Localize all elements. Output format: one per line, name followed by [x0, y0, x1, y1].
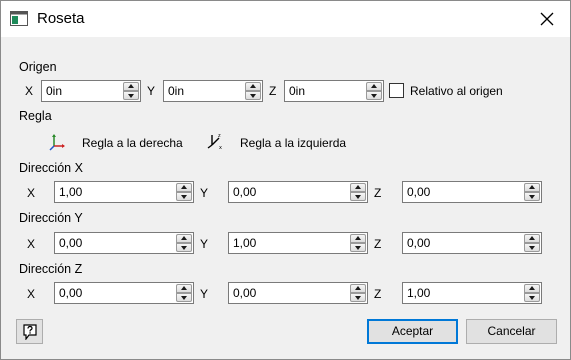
dir-z-x-input[interactable] — [55, 283, 177, 303]
dir-y-z-input[interactable] — [403, 233, 525, 253]
dir-x-y-input[interactable] — [229, 182, 351, 202]
origin-y-stepper[interactable] — [163, 80, 263, 102]
svg-text:x: x — [219, 145, 222, 150]
dir-y-y-stepper[interactable] — [228, 232, 368, 254]
accept-button[interactable]: Aceptar — [367, 319, 458, 344]
help-icon — [23, 324, 37, 340]
dir-y-z-label: Z — [374, 237, 382, 251]
close-button[interactable] — [524, 1, 570, 37]
dir-z-x-spin-buttons[interactable] — [176, 284, 192, 302]
dir-y-x-spin-buttons[interactable] — [176, 234, 192, 252]
spin-up-button[interactable] — [245, 82, 261, 91]
spin-up-button[interactable] — [524, 183, 540, 192]
dir-y-x-stepper[interactable] — [54, 232, 194, 254]
dir-y-z-spin-buttons[interactable] — [524, 234, 540, 252]
spin-down-button[interactable] — [524, 192, 540, 201]
spin-up-button[interactable] — [176, 284, 192, 293]
cancel-button[interactable]: Cancelar — [466, 319, 557, 344]
spin-up-button[interactable] — [524, 284, 540, 293]
spin-up-button[interactable] — [350, 234, 366, 243]
dir-x-x-spin-buttons[interactable] — [176, 183, 192, 201]
help-button[interactable] — [16, 319, 43, 344]
relative-origin-checkbox[interactable] — [389, 83, 404, 98]
dir-y-x-input[interactable] — [55, 233, 177, 253]
dir-z-x-label: X — [27, 287, 36, 301]
dir-z-z-label: Z — [374, 287, 382, 301]
dir-x-y-stepper[interactable] — [228, 181, 368, 203]
spin-down-button[interactable] — [176, 243, 192, 252]
dir-z-z-spin-buttons[interactable] — [524, 284, 540, 302]
origin-y-input[interactable] — [164, 81, 246, 101]
spin-down-button[interactable] — [366, 91, 382, 100]
dir-y-x-label: X — [27, 237, 36, 251]
dir-x-y-spin-buttons[interactable] — [350, 183, 366, 201]
rule-header: Regla — [19, 109, 52, 123]
spin-up-button[interactable] — [524, 234, 540, 243]
spin-down-button[interactable] — [176, 192, 192, 201]
spin-down-button[interactable] — [350, 293, 366, 302]
spin-down-button[interactable] — [350, 243, 366, 252]
dir-x-x-label: X — [27, 186, 36, 200]
right-hand-axes-icon[interactable] — [49, 133, 67, 151]
spin-up-button[interactable] — [176, 234, 192, 243]
dir-y-y-spin-buttons[interactable] — [350, 234, 366, 252]
title-bar: Roseta — [1, 1, 570, 37]
origin-z-input[interactable] — [285, 81, 367, 101]
dir-x-z-spin-buttons[interactable] — [524, 183, 540, 201]
dir-y-y-label: Y — [200, 237, 209, 251]
spin-up-button[interactable] — [176, 183, 192, 192]
origin-z-label: Z — [269, 84, 277, 98]
origin-y-spin-buttons[interactable] — [245, 82, 261, 100]
window-title: Roseta — [37, 10, 85, 27]
dir-x-x-input[interactable] — [55, 182, 177, 202]
dir-y-z-stepper[interactable] — [402, 232, 542, 254]
spin-down-button[interactable] — [176, 293, 192, 302]
dir-y-y-input[interactable] — [229, 233, 351, 253]
left-hand-axes-icon[interactable]: z x — [206, 132, 224, 151]
spin-up-button[interactable] — [123, 82, 139, 91]
window-icon — [10, 11, 28, 26]
origin-x-spin-buttons[interactable] — [123, 82, 139, 100]
spin-down-button[interactable] — [350, 192, 366, 201]
origin-z-stepper[interactable] — [284, 80, 384, 102]
spin-up-button[interactable] — [366, 82, 382, 91]
origin-x-input[interactable] — [42, 81, 124, 101]
origin-x-label: X — [25, 84, 34, 98]
dir-z-header: Dirección Z — [19, 262, 83, 276]
dir-z-y-input[interactable] — [229, 283, 351, 303]
dir-y-header: Dirección Y — [19, 211, 83, 225]
spin-up-button[interactable] — [350, 183, 366, 192]
right-hand-rule-label[interactable]: Regla a la derecha — [82, 136, 183, 150]
dir-x-z-input[interactable] — [403, 182, 525, 202]
left-hand-rule-label[interactable]: Regla a la izquierda — [240, 136, 346, 150]
spin-down-button[interactable] — [524, 243, 540, 252]
dir-z-y-label: Y — [200, 287, 209, 301]
dir-z-y-spin-buttons[interactable] — [350, 284, 366, 302]
dir-z-x-stepper[interactable] — [54, 282, 194, 304]
dir-x-z-label: Z — [374, 186, 382, 200]
origin-x-stepper[interactable] — [41, 80, 141, 102]
dir-x-y-label: Y — [200, 186, 209, 200]
origin-z-spin-buttons[interactable] — [366, 82, 382, 100]
spin-down-button[interactable] — [245, 91, 261, 100]
spin-down-button[interactable] — [123, 91, 139, 100]
dir-z-y-stepper[interactable] — [228, 282, 368, 304]
dir-x-header: Dirección X — [19, 161, 83, 175]
origin-y-label: Y — [147, 84, 156, 98]
dir-x-x-stepper[interactable] — [54, 181, 194, 203]
spin-down-button[interactable] — [524, 293, 540, 302]
dir-z-z-input[interactable] — [403, 283, 525, 303]
roseta-dialog: Roseta Origen X Y Z Relativo al origen — [0, 0, 571, 360]
svg-text:z: z — [218, 133, 221, 139]
close-icon — [540, 12, 554, 26]
relative-origin-label: Relativo al origen — [410, 84, 503, 98]
dir-z-z-stepper[interactable] — [402, 282, 542, 304]
spin-up-button[interactable] — [350, 284, 366, 293]
dir-x-z-stepper[interactable] — [402, 181, 542, 203]
origin-header: Origen — [19, 60, 57, 74]
